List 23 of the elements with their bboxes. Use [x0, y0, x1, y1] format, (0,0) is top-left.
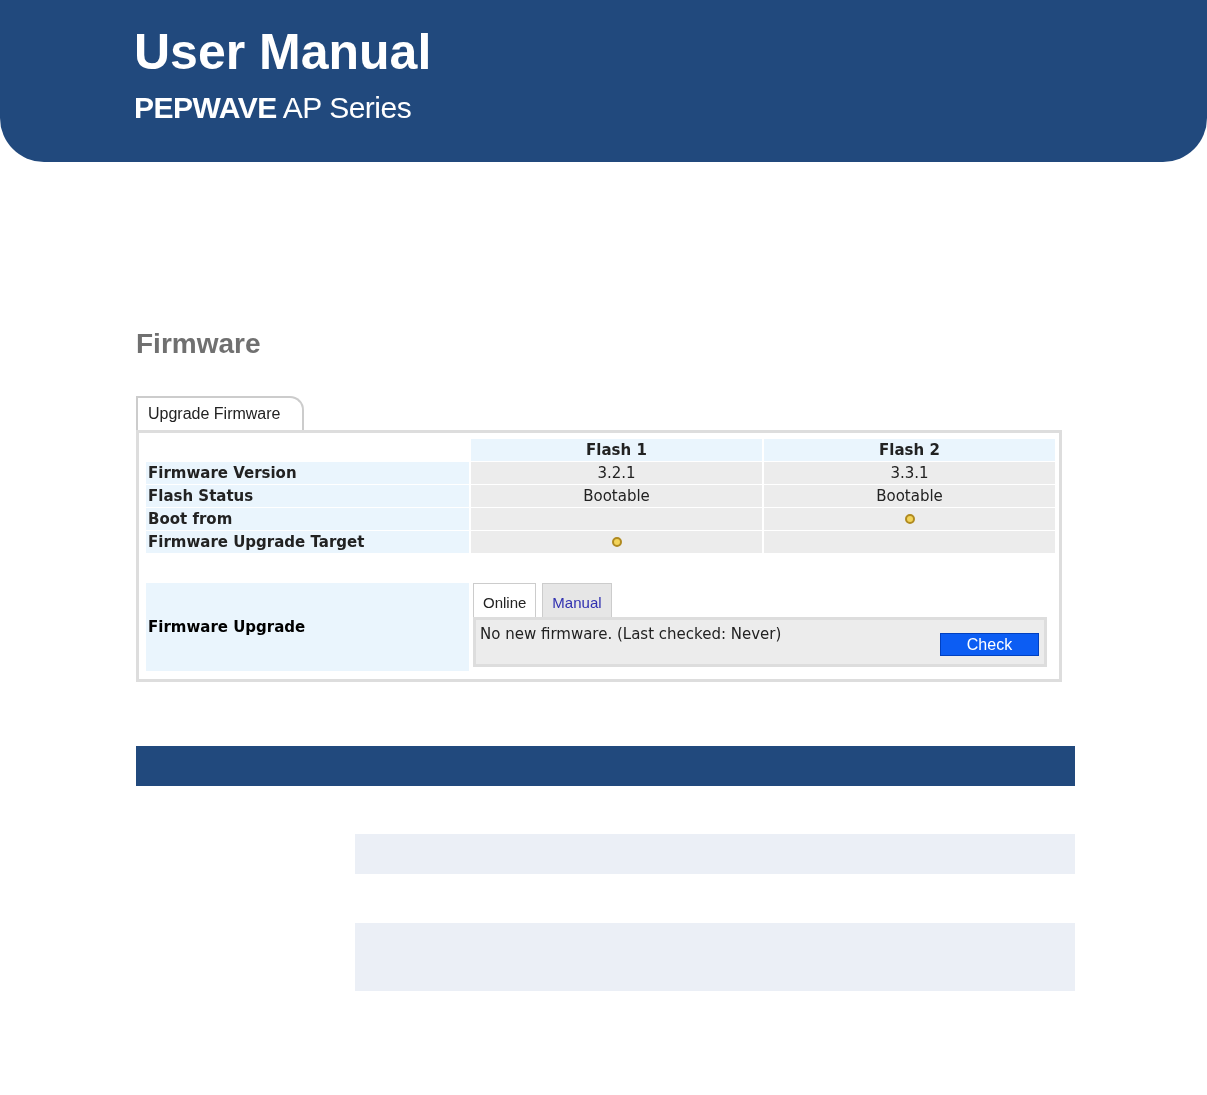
page-heading: Firmware — [136, 327, 262, 361]
table-cell: Bootable — [471, 485, 762, 507]
radio-selected-icon[interactable] — [611, 537, 622, 547]
tab[interactable]: Online — [473, 583, 537, 617]
column-header: Flash 1 — [471, 439, 762, 461]
table-cell[interactable] — [471, 531, 762, 553]
manual-title: User Manual — [134, 23, 432, 82]
radio-selected-icon[interactable] — [904, 514, 915, 524]
table-cell: 3.2.1 — [471, 462, 762, 484]
row-label: Firmware Upgrade — [146, 583, 469, 671]
status-message: No new firmware. (Last checked: Never) — [480, 625, 782, 643]
check-button[interactable]: Check — [940, 633, 1039, 656]
row-label: Firmware Upgrade Target — [146, 531, 469, 553]
table-cell[interactable] — [764, 508, 1055, 530]
table-cell: Bootable — [764, 485, 1055, 507]
table-cell: 3.3.1 — [764, 462, 1055, 484]
row-label: Firmware Version — [146, 462, 469, 484]
tab[interactable]: Upgrade Firmware — [136, 396, 305, 430]
row-label: Flash Status — [146, 485, 469, 507]
tab[interactable]: Manual — [542, 583, 612, 617]
row-label: Boot from — [146, 508, 469, 530]
column-header: Flash 2 — [764, 439, 1055, 461]
product-subtitle: PEPWAVE AP Series — [134, 90, 412, 126]
